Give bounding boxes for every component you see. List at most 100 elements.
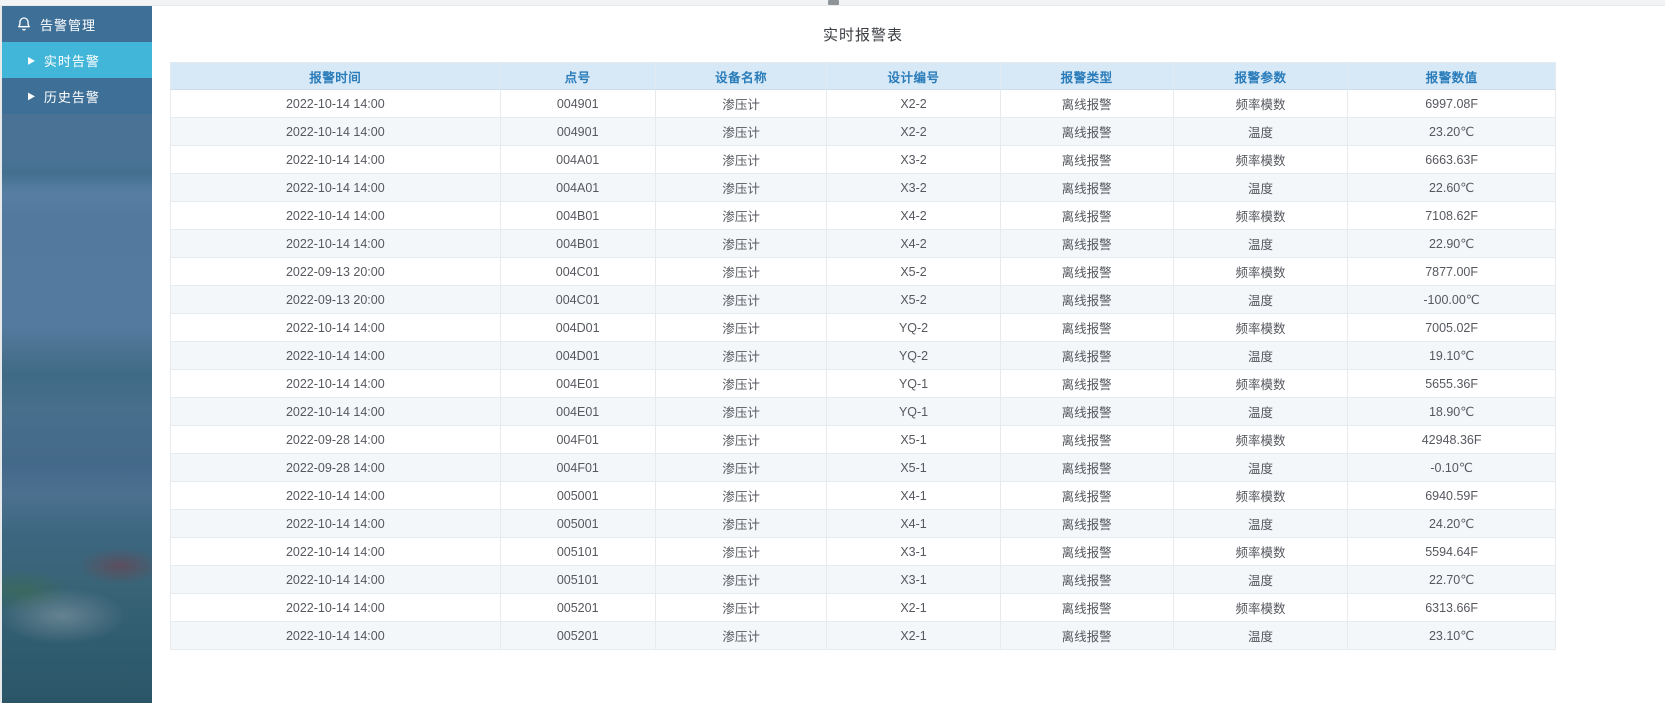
table-cell: 离线报警 bbox=[999, 509, 1174, 538]
table-cell: 频率模数 bbox=[1172, 257, 1349, 286]
table-cell: 离线报警 bbox=[999, 341, 1174, 370]
table-row[interactable]: 2022-10-14 14:00 005001 渗压计 X4-1 离线报警 温度 24.20… bbox=[170, 509, 1556, 538]
table-row[interactable]: 2022-10-14 14:00 004E01 渗压计 YQ-1 离线报警 频率模数 565… bbox=[170, 369, 1556, 398]
table-cell: -100.00℃ bbox=[1347, 285, 1556, 314]
table-cell: X3-1 bbox=[826, 565, 1001, 594]
arrow-right-icon: ▶ bbox=[28, 53, 36, 65]
table-cell: 离线报警 bbox=[999, 453, 1174, 482]
main-content: 实时报警表 报警时间 点号 设备名称 设计编号 报警类型 报警参数 报警数值 2… bbox=[154, 6, 1665, 703]
table-cell: 2022-10-14 14:00 bbox=[170, 201, 501, 230]
table-cell: X4-1 bbox=[826, 481, 1001, 510]
table-cell: 温度 bbox=[1172, 341, 1349, 370]
table-cell: 温度 bbox=[1172, 173, 1349, 202]
table-cell: 渗压计 bbox=[654, 257, 828, 286]
table-cell: 2022-10-14 14:00 bbox=[170, 229, 501, 258]
table-cell: 离线报警 bbox=[999, 229, 1174, 258]
sidebar-item-alarm-management[interactable]: 告警管理 bbox=[2, 6, 152, 42]
table-cell: 004D01 bbox=[499, 341, 656, 370]
table-cell: 频率模数 bbox=[1172, 89, 1349, 118]
table-row[interactable]: 2022-10-14 14:00 005201 渗压计 X2-1 离线报警 温度 23.10… bbox=[170, 621, 1556, 650]
realtime-alarm-table: 报警时间 点号 设备名称 设计编号 报警类型 报警参数 报警数值 2022-10… bbox=[170, 62, 1556, 650]
table-row[interactable]: 2022-10-14 14:00 004A01 渗压计 X3-2 离线报警 频率模数 666… bbox=[170, 145, 1556, 174]
table-cell: 频率模数 bbox=[1172, 425, 1349, 454]
table-cell: 离线报警 bbox=[999, 257, 1174, 286]
table-row[interactable]: 2022-10-14 14:00 004901 渗压计 X2-2 离线报警 频率模数 699… bbox=[170, 89, 1556, 118]
table-cell: 2022-09-13 20:00 bbox=[170, 257, 501, 286]
table-row[interactable]: 2022-09-28 14:00 004F01 渗压计 X5-1 离线报警 频率模数 429… bbox=[170, 425, 1556, 454]
table-cell: 2022-09-13 20:00 bbox=[170, 285, 501, 314]
table-cell: 温度 bbox=[1172, 621, 1349, 650]
table-cell: 2022-10-14 14:00 bbox=[170, 313, 501, 342]
table-cell: 2022-10-14 14:00 bbox=[170, 565, 501, 594]
table-cell: 温度 bbox=[1172, 453, 1349, 482]
col-header-alarm-value: 报警数值 bbox=[1347, 62, 1556, 90]
arrow-right-icon: ▶ bbox=[28, 89, 36, 101]
table-cell: 温度 bbox=[1172, 565, 1349, 594]
table-cell: 18.90℃ bbox=[1347, 397, 1556, 426]
table-row[interactable]: 2022-09-13 20:00 004C01 渗压计 X5-2 离线报警 频率模数 787… bbox=[170, 257, 1556, 286]
table-cell: 004F01 bbox=[499, 453, 656, 482]
table-cell: 离线报警 bbox=[999, 425, 1174, 454]
table-cell: 渗压计 bbox=[654, 229, 828, 258]
table-cell: 频率模数 bbox=[1172, 481, 1349, 510]
table-cell: X5-2 bbox=[826, 257, 1001, 286]
table-row[interactable]: 2022-10-14 14:00 005001 渗压计 X4-1 离线报警 频率模数 694… bbox=[170, 481, 1556, 510]
table-cell: 渗压计 bbox=[654, 89, 828, 118]
table-cell: X4-1 bbox=[826, 509, 1001, 538]
table-cell: 渗压计 bbox=[654, 145, 828, 174]
table-cell: 004F01 bbox=[499, 425, 656, 454]
bell-icon bbox=[18, 17, 30, 31]
table-cell: 频率模数 bbox=[1172, 145, 1349, 174]
table-cell: 渗压计 bbox=[654, 341, 828, 370]
table-row[interactable]: 2022-10-14 14:00 005101 渗压计 X3-1 离线报警 频率模数 559… bbox=[170, 537, 1556, 566]
table-cell: 2022-10-14 14:00 bbox=[170, 397, 501, 426]
table-cell: 离线报警 bbox=[999, 593, 1174, 622]
table-row[interactable]: 2022-09-13 20:00 004C01 渗压计 X5-2 离线报警 温度 -100.… bbox=[170, 285, 1556, 314]
table-cell: X5-1 bbox=[826, 453, 1001, 482]
table-cell: 频率模数 bbox=[1172, 313, 1349, 342]
table-cell: 004C01 bbox=[499, 257, 656, 286]
sidebar-item-realtime-alarm[interactable]: ▶ 实时告警 bbox=[2, 42, 152, 78]
table-cell: 离线报警 bbox=[999, 285, 1174, 314]
table-row[interactable]: 2022-10-14 14:00 004D01 渗压计 YQ-2 离线报警 频率模数 700… bbox=[170, 313, 1556, 342]
table-cell: 渗压计 bbox=[654, 285, 828, 314]
table-cell: 22.60℃ bbox=[1347, 173, 1556, 202]
table-row[interactable]: 2022-10-14 14:00 004E01 渗压计 YQ-1 离线报警 温度 18.90… bbox=[170, 397, 1556, 426]
table-cell: X5-2 bbox=[826, 285, 1001, 314]
table-cell: 渗压计 bbox=[654, 537, 828, 566]
table-cell: X3-1 bbox=[826, 537, 1001, 566]
table-cell: 离线报警 bbox=[999, 537, 1174, 566]
table-row[interactable]: 2022-10-14 14:00 005101 渗压计 X3-1 离线报警 温度 22.70… bbox=[170, 565, 1556, 594]
table-row[interactable]: 2022-09-28 14:00 004F01 渗压计 X5-1 离线报警 温度 -0.10… bbox=[170, 453, 1556, 482]
table-cell: 7877.00F bbox=[1347, 257, 1556, 286]
table-cell: 离线报警 bbox=[999, 397, 1174, 426]
table-cell: 22.70℃ bbox=[1347, 565, 1556, 594]
table-cell: 渗压计 bbox=[654, 201, 828, 230]
sidebar-item-label: 历史告警 bbox=[43, 89, 100, 105]
table-cell: 离线报警 bbox=[999, 369, 1174, 398]
table-cell: 004A01 bbox=[499, 145, 656, 174]
table-cell: 6997.08F bbox=[1347, 89, 1556, 118]
table-cell: 5594.64F bbox=[1347, 537, 1556, 566]
sidebar-item-history-alarm[interactable]: ▶ 历史告警 bbox=[2, 78, 152, 114]
table-cell: 004B01 bbox=[499, 201, 656, 230]
table-cell: 渗压计 bbox=[654, 369, 828, 398]
table-cell: 6663.63F bbox=[1347, 145, 1556, 174]
table-row[interactable]: 2022-10-14 14:00 004D01 渗压计 YQ-2 离线报警 温度 19.10… bbox=[170, 341, 1556, 370]
table-row[interactable]: 2022-10-14 14:00 004B01 渗压计 X4-2 离线报警 温度 22.90… bbox=[170, 229, 1556, 258]
table-cell: 离线报警 bbox=[999, 481, 1174, 510]
table-row[interactable]: 2022-10-14 14:00 004901 渗压计 X2-2 离线报警 温度 23.20… bbox=[170, 117, 1556, 146]
table-row[interactable]: 2022-10-14 14:00 005201 渗压计 X2-1 离线报警 频率模数 631… bbox=[170, 593, 1556, 622]
table-cell: 23.20℃ bbox=[1347, 117, 1556, 146]
table-cell: -0.10℃ bbox=[1347, 453, 1556, 482]
table-cell: 温度 bbox=[1172, 229, 1349, 258]
table-cell: 004E01 bbox=[499, 397, 656, 426]
table-cell: 2022-10-14 14:00 bbox=[170, 145, 501, 174]
table-cell: 005101 bbox=[499, 565, 656, 594]
table-row[interactable]: 2022-10-14 14:00 004A01 渗压计 X3-2 离线报警 温度 22.60… bbox=[170, 173, 1556, 202]
table-cell: 2022-10-14 14:00 bbox=[170, 481, 501, 510]
table-cell: 频率模数 bbox=[1172, 201, 1349, 230]
table-row[interactable]: 2022-10-14 14:00 004B01 渗压计 X4-2 离线报警 频率模数 710… bbox=[170, 201, 1556, 230]
table-cell: 7005.02F bbox=[1347, 313, 1556, 342]
table-cell: 渗压计 bbox=[654, 565, 828, 594]
